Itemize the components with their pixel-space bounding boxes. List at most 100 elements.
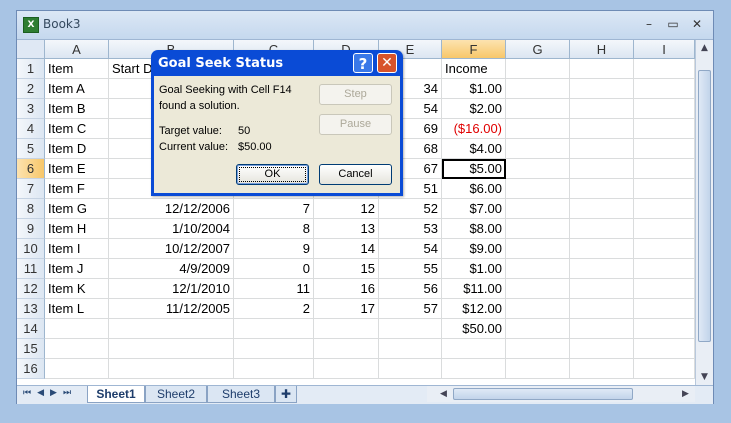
cell-g9[interactable] (506, 219, 570, 239)
cell-f6[interactable]: $5.00 (442, 159, 506, 179)
cell-b14[interactable] (109, 319, 234, 339)
cell-e12[interactable]: 56 (379, 279, 442, 299)
cell-e14[interactable] (379, 319, 442, 339)
cell-c16[interactable] (234, 359, 314, 379)
cell-a1[interactable]: Item (45, 59, 109, 79)
cell-e13[interactable]: 57 (379, 299, 442, 319)
cell-g4[interactable] (506, 119, 570, 139)
row-header[interactable]: 8 (17, 199, 45, 219)
cell-h7[interactable] (570, 179, 634, 199)
cell-b9[interactable]: 1/10/2004 (109, 219, 234, 239)
row-header[interactable]: 7 (17, 179, 45, 199)
cell-a10[interactable]: Item I (45, 239, 109, 259)
cell-c15[interactable] (234, 339, 314, 359)
cell-a9[interactable]: Item H (45, 219, 109, 239)
row-header[interactable]: 4 (17, 119, 45, 139)
cell-c13[interactable]: 2 (234, 299, 314, 319)
cell-f14[interactable]: $50.00 (442, 319, 506, 339)
cell-a6[interactable]: Item E (45, 159, 109, 179)
row-header[interactable]: 15 (17, 339, 45, 359)
cell-g5[interactable] (506, 139, 570, 159)
cell-b8[interactable]: 12/12/2006 (109, 199, 234, 219)
scroll-down-icon[interactable]: ▼ (696, 369, 713, 385)
row-header[interactable]: 1 (17, 59, 45, 79)
select-all-corner[interactable] (17, 40, 45, 59)
column-header-g[interactable]: G (506, 40, 570, 59)
row-header[interactable]: 6 (17, 159, 45, 179)
cell-f10[interactable]: $9.00 (442, 239, 506, 259)
cell-e11[interactable]: 55 (379, 259, 442, 279)
horizontal-scrollbar[interactable]: ◀ ▶ (427, 386, 695, 402)
cell-i1[interactable] (634, 59, 695, 79)
cell-f2[interactable]: $1.00 (442, 79, 506, 99)
sheet-tab-2[interactable]: Sheet2 (145, 386, 207, 403)
cell-a11[interactable]: Item J (45, 259, 109, 279)
cell-g6[interactable] (506, 159, 570, 179)
cell-f5[interactable]: $4.00 (442, 139, 506, 159)
cancel-button[interactable]: Cancel (319, 164, 392, 185)
cell-h8[interactable] (570, 199, 634, 219)
cell-i6[interactable] (634, 159, 695, 179)
column-header-h[interactable]: H (570, 40, 634, 59)
cell-h4[interactable] (570, 119, 634, 139)
cell-f1[interactable]: Income (442, 59, 506, 79)
minimize-button[interactable]: – (641, 16, 657, 32)
cell-g16[interactable] (506, 359, 570, 379)
column-header-i[interactable]: I (634, 40, 695, 59)
row-header[interactable]: 5 (17, 139, 45, 159)
sheet-tab-1[interactable]: Sheet1 (87, 386, 145, 403)
row-header[interactable]: 3 (17, 99, 45, 119)
cell-i16[interactable] (634, 359, 695, 379)
cell-d16[interactable] (314, 359, 379, 379)
cell-g11[interactable] (506, 259, 570, 279)
row-header[interactable]: 12 (17, 279, 45, 299)
cell-f15[interactable] (442, 339, 506, 359)
cell-i12[interactable] (634, 279, 695, 299)
row-header[interactable]: 13 (17, 299, 45, 319)
cell-i5[interactable] (634, 139, 695, 159)
cell-e16[interactable] (379, 359, 442, 379)
cell-g2[interactable] (506, 79, 570, 99)
cell-g7[interactable] (506, 179, 570, 199)
cell-a12[interactable]: Item K (45, 279, 109, 299)
cell-h14[interactable] (570, 319, 634, 339)
cell-h1[interactable] (570, 59, 634, 79)
cell-g14[interactable] (506, 319, 570, 339)
cell-b11[interactable]: 4/9/2009 (109, 259, 234, 279)
cell-f12[interactable]: $11.00 (442, 279, 506, 299)
row-header[interactable]: 11 (17, 259, 45, 279)
scroll-up-icon[interactable]: ▲ (696, 40, 713, 56)
cell-b15[interactable] (109, 339, 234, 359)
row-header[interactable]: 16 (17, 359, 45, 379)
cell-f9[interactable]: $8.00 (442, 219, 506, 239)
help-button[interactable]: ? (353, 53, 373, 73)
cell-d13[interactable]: 17 (314, 299, 379, 319)
sheet-tab-3[interactable]: Sheet3 (207, 386, 275, 403)
cell-i15[interactable] (634, 339, 695, 359)
cell-d10[interactable]: 14 (314, 239, 379, 259)
step-button[interactable]: Step (319, 84, 392, 105)
insert-sheet-icon[interactable]: ✚ (275, 386, 297, 403)
cell-g15[interactable] (506, 339, 570, 359)
cell-f8[interactable]: $7.00 (442, 199, 506, 219)
row-header[interactable]: 2 (17, 79, 45, 99)
cell-h2[interactable] (570, 79, 634, 99)
cell-a7[interactable]: Item F (45, 179, 109, 199)
column-header-a[interactable]: A (45, 40, 109, 59)
cell-i4[interactable] (634, 119, 695, 139)
row-header[interactable]: 10 (17, 239, 45, 259)
cell-b10[interactable]: 10/12/2007 (109, 239, 234, 259)
cell-a8[interactable]: Item G (45, 199, 109, 219)
scroll-right-icon[interactable]: ▶ (677, 386, 694, 402)
cell-g8[interactable] (506, 199, 570, 219)
cell-f16[interactable] (442, 359, 506, 379)
cell-h9[interactable] (570, 219, 634, 239)
cell-h13[interactable] (570, 299, 634, 319)
restore-button[interactable]: ▭ (665, 16, 681, 32)
cell-c14[interactable] (234, 319, 314, 339)
cell-i9[interactable] (634, 219, 695, 239)
cell-b13[interactable]: 11/12/2005 (109, 299, 234, 319)
cell-h10[interactable] (570, 239, 634, 259)
cell-g1[interactable] (506, 59, 570, 79)
vertical-scroll-thumb[interactable] (698, 70, 711, 342)
